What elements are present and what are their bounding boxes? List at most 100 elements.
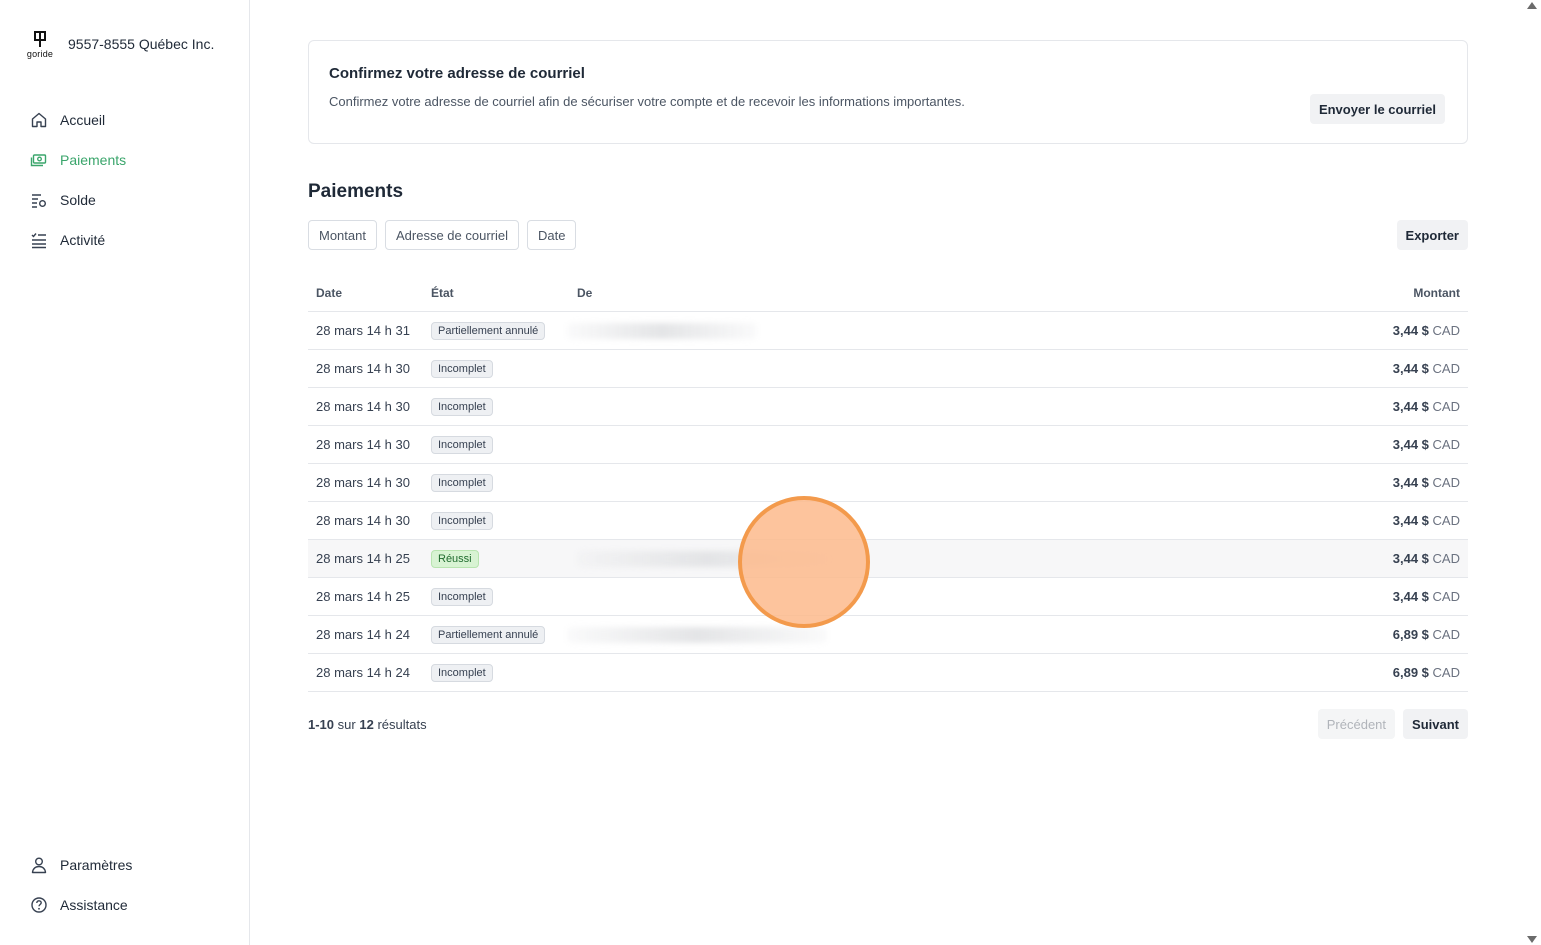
cell-from xyxy=(577,350,1268,387)
filter-date-button[interactable]: Date xyxy=(526,220,577,250)
home-icon xyxy=(31,112,47,128)
status-badge: Incomplet xyxy=(431,511,493,530)
filter-bar: Montant Adresse de courriel Date Exporte… xyxy=(308,220,1468,250)
activity-icon xyxy=(31,233,46,249)
redacted-customer xyxy=(567,627,827,643)
sidebar-item-label: Solde xyxy=(60,192,96,208)
result-count: 1-10 sur 12 résultats xyxy=(308,717,427,732)
table-header: Date État De Montant xyxy=(308,274,1468,312)
scroll-up-arrow-icon[interactable] xyxy=(1527,2,1537,9)
cell-state: Incomplet xyxy=(431,663,577,682)
cell-amount: 3,44 $ CAD xyxy=(1268,513,1468,528)
table-row[interactable]: 28 mars 14 h 25 Incomplet 3,44 $ CAD xyxy=(308,578,1468,616)
table-row[interactable]: 28 mars 14 h 30 Incomplet 3,44 $ CAD xyxy=(308,464,1468,502)
scroll-down-arrow-icon[interactable] xyxy=(1527,936,1537,943)
cell-from xyxy=(577,502,1268,539)
logo: goride xyxy=(24,28,56,60)
table-row[interactable]: 28 mars 14 h 30 Incomplet 3,44 $ CAD xyxy=(308,350,1468,388)
next-page-button[interactable]: Suivant xyxy=(1403,709,1468,739)
sidebar-item-assistance[interactable]: Assistance xyxy=(24,885,234,925)
column-header-from[interactable]: De xyxy=(577,274,1268,311)
amount-value: 6,89 $ xyxy=(1392,627,1429,642)
table-row[interactable]: 28 mars 14 h 24 Partiellement annulé 6,89 … xyxy=(308,616,1468,654)
cell-amount: 3,44 $ CAD xyxy=(1268,437,1468,452)
amount-value: 3,44 $ xyxy=(1392,323,1429,338)
cell-state: Incomplet xyxy=(431,359,577,378)
cell-state: Réussi xyxy=(431,549,577,568)
bottom-nav: Paramètres Assistance xyxy=(24,845,234,925)
sidebar: goride 9557-8555 Québec Inc. Accueil Pai… xyxy=(0,0,250,945)
sidebar-item-paiements[interactable]: Paiements xyxy=(24,140,234,180)
amount-currency: CAD xyxy=(1432,589,1460,604)
payments-table: Date État De Montant 28 mars 14 h 31 Part… xyxy=(308,274,1468,692)
cell-date: 28 mars 14 h 30 xyxy=(316,399,410,414)
cell-state: Incomplet xyxy=(431,587,577,606)
filter-amount-button[interactable]: Montant xyxy=(308,220,377,250)
cell-amount: 3,44 $ CAD xyxy=(1268,323,1468,338)
cell-date: 28 mars 14 h 30 xyxy=(316,437,410,452)
column-header-amount[interactable]: Montant xyxy=(1268,286,1468,300)
status-badge: Incomplet xyxy=(431,359,493,378)
cell-amount: 3,44 $ CAD xyxy=(1268,361,1468,376)
amount-currency: CAD xyxy=(1432,665,1460,680)
table-row[interactable]: 28 mars 14 h 30 Incomplet 3,44 $ CAD xyxy=(308,502,1468,540)
amount-value: 3,44 $ xyxy=(1392,513,1429,528)
cell-date: 28 mars 14 h 24 xyxy=(316,627,410,642)
cell-date: 28 mars 14 h 30 xyxy=(316,361,410,376)
table-row[interactable]: 28 mars 14 h 30 Incomplet 3,44 $ CAD xyxy=(308,388,1468,426)
send-email-button[interactable]: Envoyer le courriel xyxy=(1309,94,1445,124)
table-row[interactable]: 28 mars 14 h 25 Réussi 3,44 $ CAD xyxy=(308,540,1468,578)
status-badge: Partiellement annulé xyxy=(431,625,546,644)
sidebar-item-label: Accueil xyxy=(60,112,106,128)
logo-text: goride xyxy=(26,48,54,59)
amount-currency: CAD xyxy=(1432,627,1460,642)
sidebar-item-label: Paramètres xyxy=(60,857,133,873)
cell-state: Incomplet xyxy=(431,397,577,416)
result-total: 12 xyxy=(359,716,374,732)
amount-currency: CAD xyxy=(1432,399,1460,414)
cell-from xyxy=(577,388,1268,425)
column-header-state[interactable]: État xyxy=(431,286,577,300)
redacted-customer xyxy=(567,323,757,339)
status-badge: Partiellement annulé xyxy=(431,321,546,340)
cell-date: 28 mars 14 h 30 xyxy=(316,513,410,528)
cell-state: Incomplet xyxy=(431,435,577,454)
amount-value: 3,44 $ xyxy=(1392,437,1429,452)
company-name: 9557-8555 Québec Inc. xyxy=(68,36,215,52)
status-badge: Incomplet xyxy=(431,663,493,682)
brand[interactable]: goride 9557-8555 Québec Inc. xyxy=(24,28,214,60)
cell-state: Partiellement annulé xyxy=(431,321,577,340)
amount-value: 6,89 $ xyxy=(1392,665,1429,680)
balance-icon xyxy=(32,194,46,208)
previous-page-button[interactable]: Précédent xyxy=(1317,709,1396,739)
amount-currency: CAD xyxy=(1432,475,1460,490)
sidebar-item-accueil[interactable]: Accueil xyxy=(24,100,234,140)
sidebar-item-solde[interactable]: Solde xyxy=(24,180,234,220)
column-header-from-label: De xyxy=(577,285,593,300)
cell-date: 28 mars 14 h 25 xyxy=(316,551,410,566)
pagination: 1-10 sur 12 résultats Précédent Suivant xyxy=(308,709,1468,739)
amount-value: 3,44 $ xyxy=(1392,589,1429,604)
cell-date: 28 mars 14 h 24 xyxy=(316,665,410,680)
help-icon xyxy=(31,897,47,913)
result-sur: sur xyxy=(337,716,356,732)
table-body: 28 mars 14 h 31 Partiellement annulé 3,44 … xyxy=(308,312,1468,692)
goride-logo-icon xyxy=(34,30,46,47)
table-row[interactable]: 28 mars 14 h 31 Partiellement annulé 3,44 … xyxy=(308,312,1468,350)
table-row[interactable]: 28 mars 14 h 30 Incomplet 3,44 $ CAD xyxy=(308,426,1468,464)
amount-value: 3,44 $ xyxy=(1392,399,1429,414)
page-title: Paiements xyxy=(308,181,404,202)
status-badge: Incomplet xyxy=(431,587,493,606)
main-nav: Accueil Paiements Solde Activité xyxy=(24,100,234,260)
sidebar-item-parametres[interactable]: Paramètres xyxy=(24,845,234,885)
export-button[interactable]: Exporter xyxy=(1396,220,1468,250)
column-header-date[interactable]: Date xyxy=(308,286,431,300)
notice-title: Confirmez votre adresse de courriel xyxy=(329,65,585,82)
table-row[interactable]: 28 mars 14 h 24 Incomplet 6,89 $ CAD xyxy=(308,654,1468,692)
cell-from xyxy=(577,426,1268,463)
sidebar-item-label: Paiements xyxy=(60,152,127,168)
amount-currency: CAD xyxy=(1432,513,1460,528)
filter-email-button[interactable]: Adresse de courriel xyxy=(384,220,519,250)
sidebar-item-activite[interactable]: Activité xyxy=(24,220,234,260)
cell-amount: 6,89 $ CAD xyxy=(1268,665,1468,680)
